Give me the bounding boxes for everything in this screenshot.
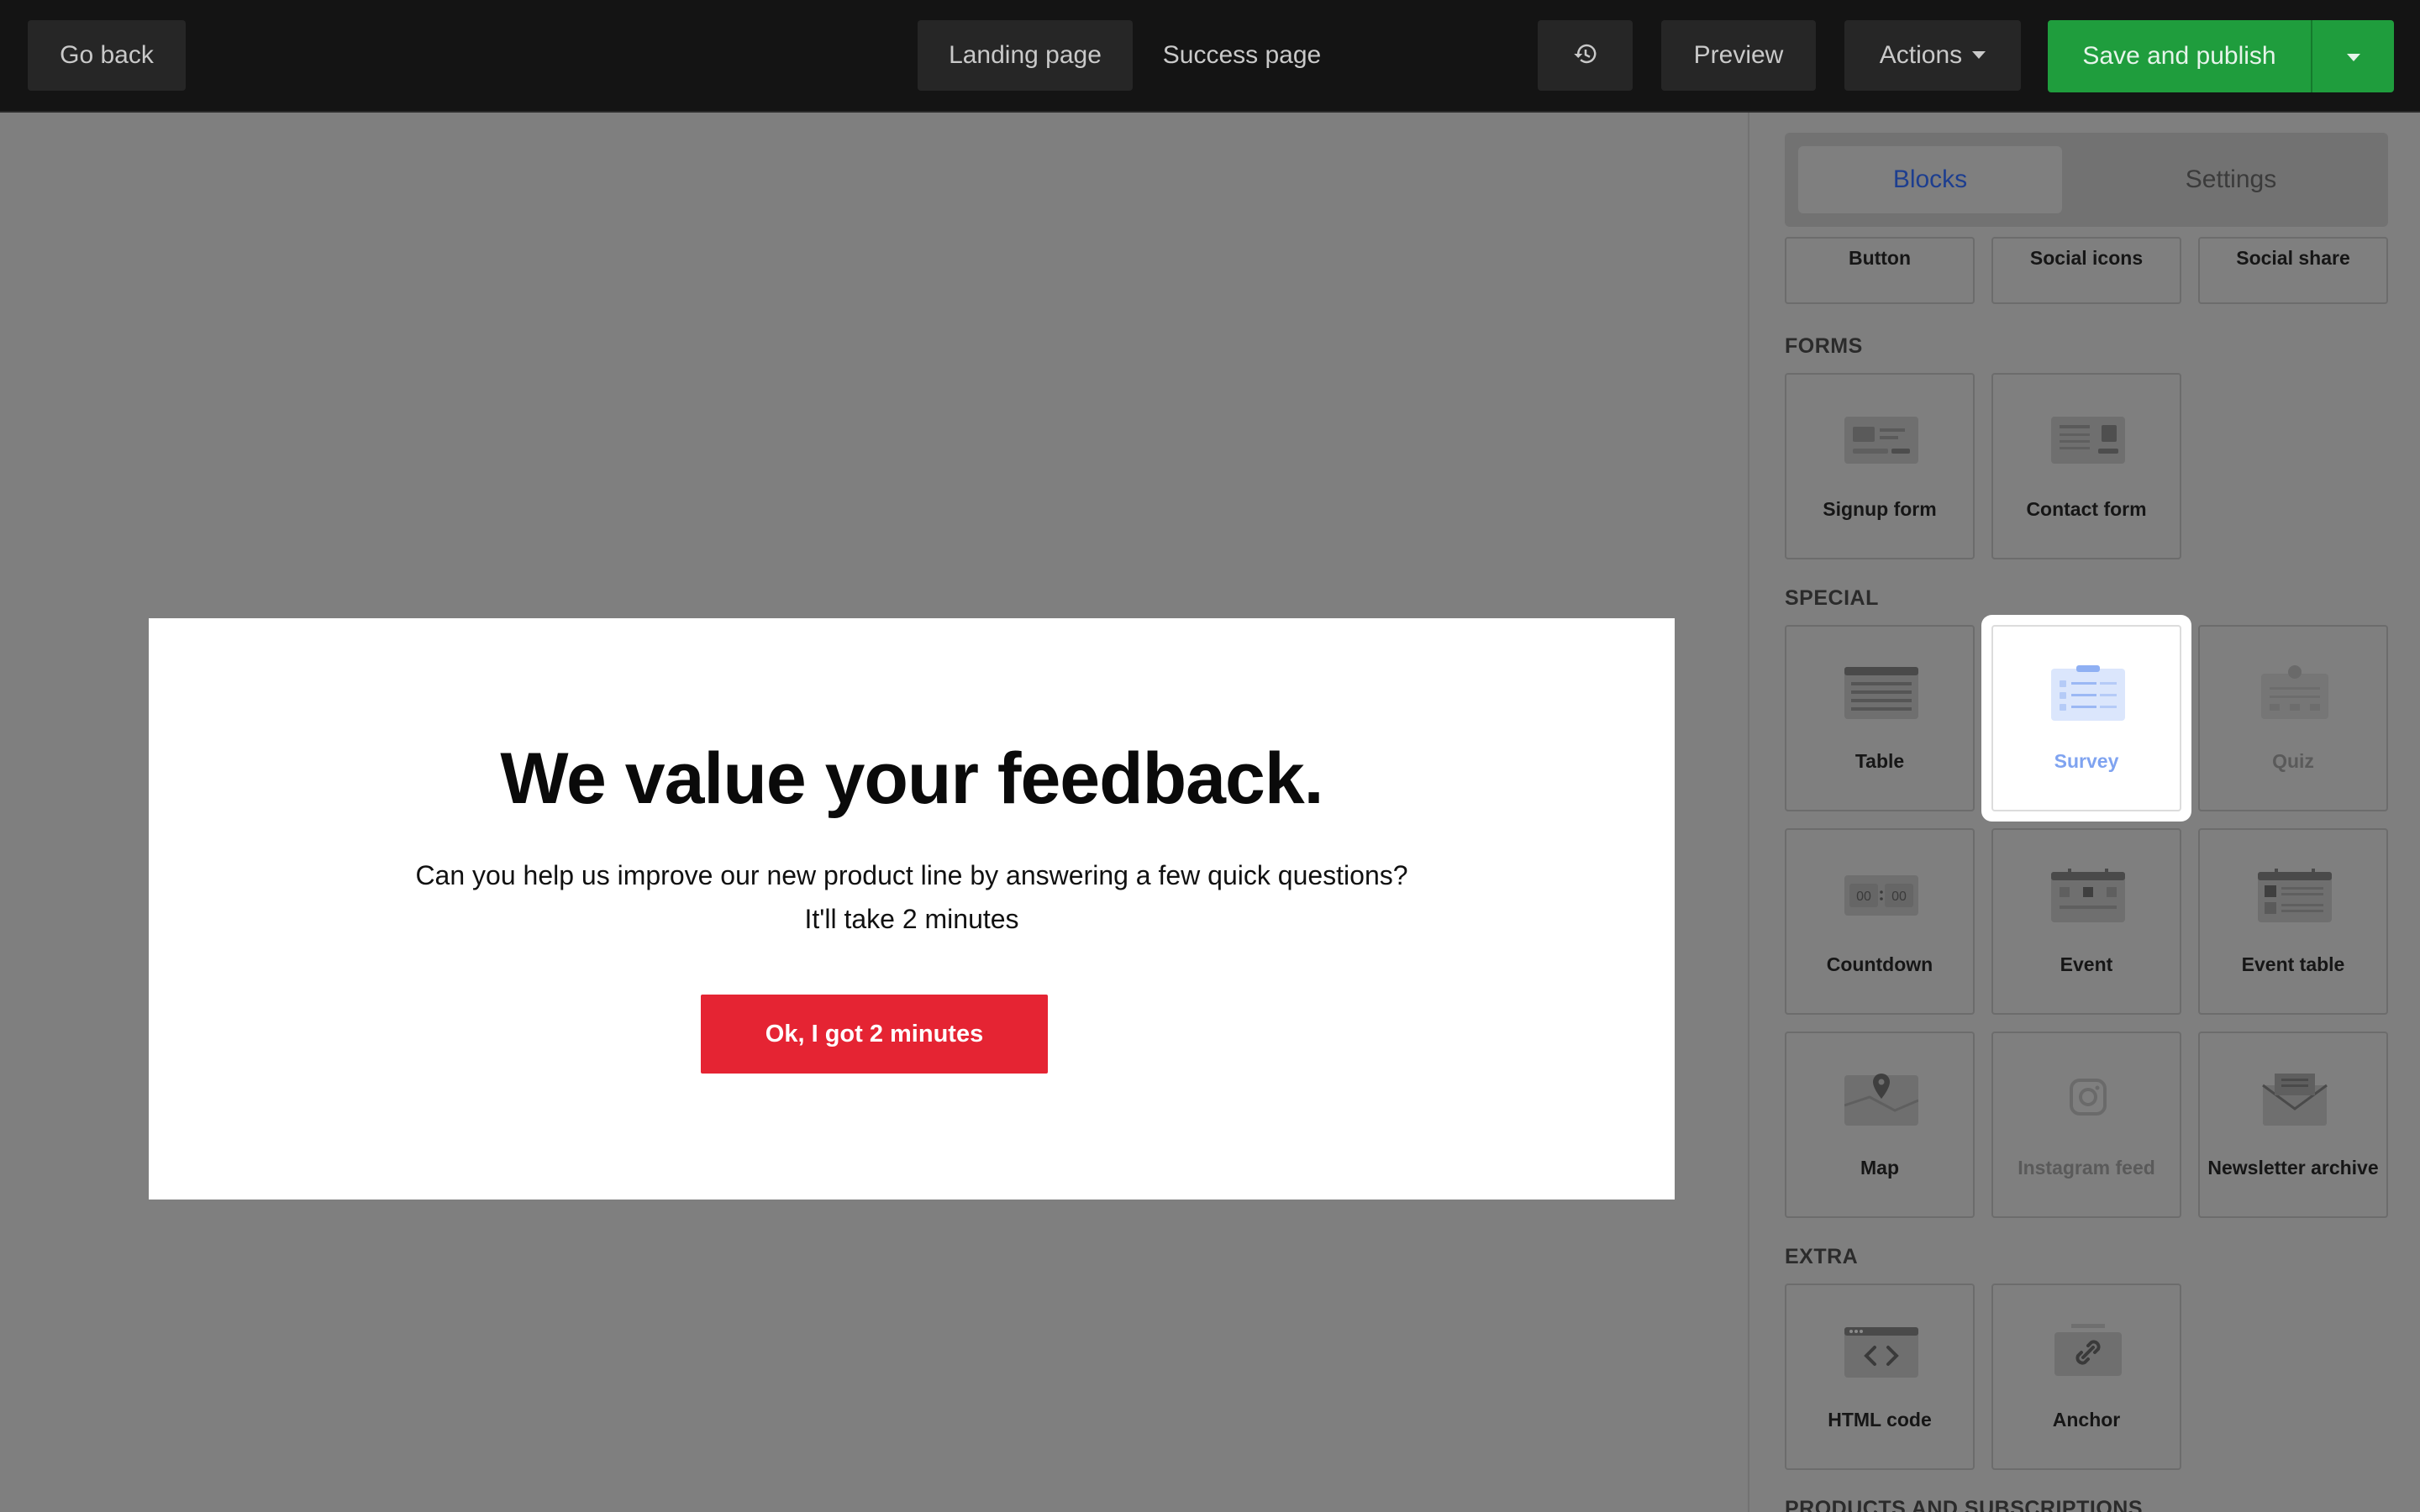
publish-options-button[interactable] bbox=[2311, 20, 2394, 92]
block-survey[interactable]: Survey bbox=[1991, 625, 2181, 811]
link-icon bbox=[2054, 1324, 2122, 1376]
block-map[interactable]: Map bbox=[1785, 1032, 1975, 1218]
block-social-share[interactable]: Social share bbox=[2198, 237, 2388, 304]
block-label: Contact form bbox=[2026, 498, 2147, 520]
block-label: Social share bbox=[2236, 247, 2350, 269]
block-label: Social icons bbox=[2029, 247, 2144, 269]
top-bar: Go back Landing page Success page Previe… bbox=[0, 0, 2420, 113]
chevron-down-icon bbox=[2347, 54, 2360, 61]
section-products-title: PRODUCTS AND SUBSCRIPTIONS bbox=[1785, 1497, 2143, 1512]
sidebar-tabs: Blocks Settings bbox=[1785, 133, 2388, 227]
section-special-title: SPECIAL bbox=[1785, 586, 1879, 610]
actions-dropdown[interactable]: Actions bbox=[1844, 20, 2021, 91]
block-html-code[interactable]: HTML code bbox=[1785, 1284, 1975, 1470]
tab-landing-page[interactable]: Landing page bbox=[918, 20, 1133, 91]
block-label: Event bbox=[2060, 953, 2113, 975]
block-label: Instagram feed bbox=[2018, 1157, 2155, 1179]
go-back-button[interactable]: Go back bbox=[28, 20, 186, 91]
block-label: Countdown bbox=[1826, 953, 1933, 975]
tab-success-page[interactable]: Success page bbox=[1134, 20, 1349, 91]
block-event-table[interactable]: Event table bbox=[2198, 828, 2388, 1015]
block-signup-form[interactable]: Signup form bbox=[1785, 373, 1975, 559]
tab-blocks[interactable]: Blocks bbox=[1798, 146, 2062, 213]
block-event[interactable]: Event bbox=[1991, 828, 2181, 1015]
block-label: Quiz bbox=[2272, 750, 2314, 772]
save-and-publish-button[interactable]: Save and publish bbox=[2048, 20, 2311, 92]
block-label: Signup form bbox=[1823, 498, 1937, 520]
popup-duration: It'll take 2 minutes bbox=[804, 904, 1019, 934]
block-table[interactable]: Table bbox=[1785, 625, 1975, 811]
block-label: Event table bbox=[2241, 953, 2345, 975]
block-anchor[interactable]: Anchor bbox=[1991, 1284, 2181, 1470]
actions-label: Actions bbox=[1879, 41, 1963, 69]
blocks-sidebar: Blocks Settings Button Social icons Soci… bbox=[1748, 113, 2420, 1512]
instagram-icon bbox=[2070, 1079, 2107, 1116]
block-label: Newsletter archive bbox=[2207, 1157, 2379, 1179]
block-label: Survey bbox=[2054, 750, 2119, 772]
block-instagram-feed[interactable]: Instagram feed bbox=[1991, 1032, 2181, 1218]
map-pin-icon bbox=[1844, 1074, 1918, 1126]
code-icon bbox=[1844, 1327, 1918, 1378]
chevron-down-icon bbox=[1972, 50, 1986, 59]
block-countdown[interactable]: 00 00 Countdown bbox=[1785, 828, 1975, 1015]
popup-description: Can you help us improve our new product … bbox=[415, 860, 1408, 890]
block-label: Anchor bbox=[2052, 1409, 2121, 1431]
svg-text:00: 00 bbox=[1856, 890, 1871, 904]
history-button[interactable] bbox=[1538, 20, 1633, 91]
newsletter-envelope-icon bbox=[2262, 1074, 2328, 1126]
block-label: Table bbox=[1854, 750, 1905, 772]
block-quiz[interactable]: Quiz bbox=[2198, 625, 2388, 811]
popup-cta-button[interactable]: Ok, I got 2 minutes bbox=[701, 995, 1048, 1074]
history-icon bbox=[1573, 44, 1596, 64]
preview-button[interactable]: Preview bbox=[1661, 20, 1816, 91]
survey-clipboard-icon bbox=[2051, 665, 2125, 721]
tab-settings[interactable]: Settings bbox=[2099, 146, 2363, 213]
block-contact-form[interactable]: Contact form bbox=[1991, 373, 2181, 559]
block-newsletter-archive[interactable]: Newsletter archive bbox=[2198, 1032, 2388, 1218]
block-label: Button bbox=[1848, 247, 1912, 269]
popup-heading: We value your feedback. bbox=[500, 738, 1323, 819]
block-label: HTML code bbox=[1828, 1409, 1932, 1431]
block-button[interactable]: Button bbox=[1785, 237, 1975, 304]
quiz-icon bbox=[2261, 665, 2328, 719]
event-table-icon bbox=[2258, 869, 2332, 922]
save-publish-group: Save and publish bbox=[2048, 20, 2394, 92]
block-label: Map bbox=[1860, 1157, 1899, 1179]
calendar-icon bbox=[2051, 869, 2125, 922]
countdown-icon: 00 00 bbox=[1844, 875, 1918, 916]
svg-text:00: 00 bbox=[1891, 890, 1907, 904]
contact-form-icon bbox=[2051, 417, 2125, 464]
table-icon bbox=[1844, 667, 1918, 719]
signup-form-icon bbox=[1844, 417, 1918, 464]
section-forms-title: FORMS bbox=[1785, 334, 1863, 358]
block-social-icons[interactable]: Social icons bbox=[1991, 237, 2181, 304]
popup-preview: We value your feedback. Can you help us … bbox=[149, 618, 1675, 1200]
section-extra-title: EXTRA bbox=[1785, 1245, 1859, 1268]
